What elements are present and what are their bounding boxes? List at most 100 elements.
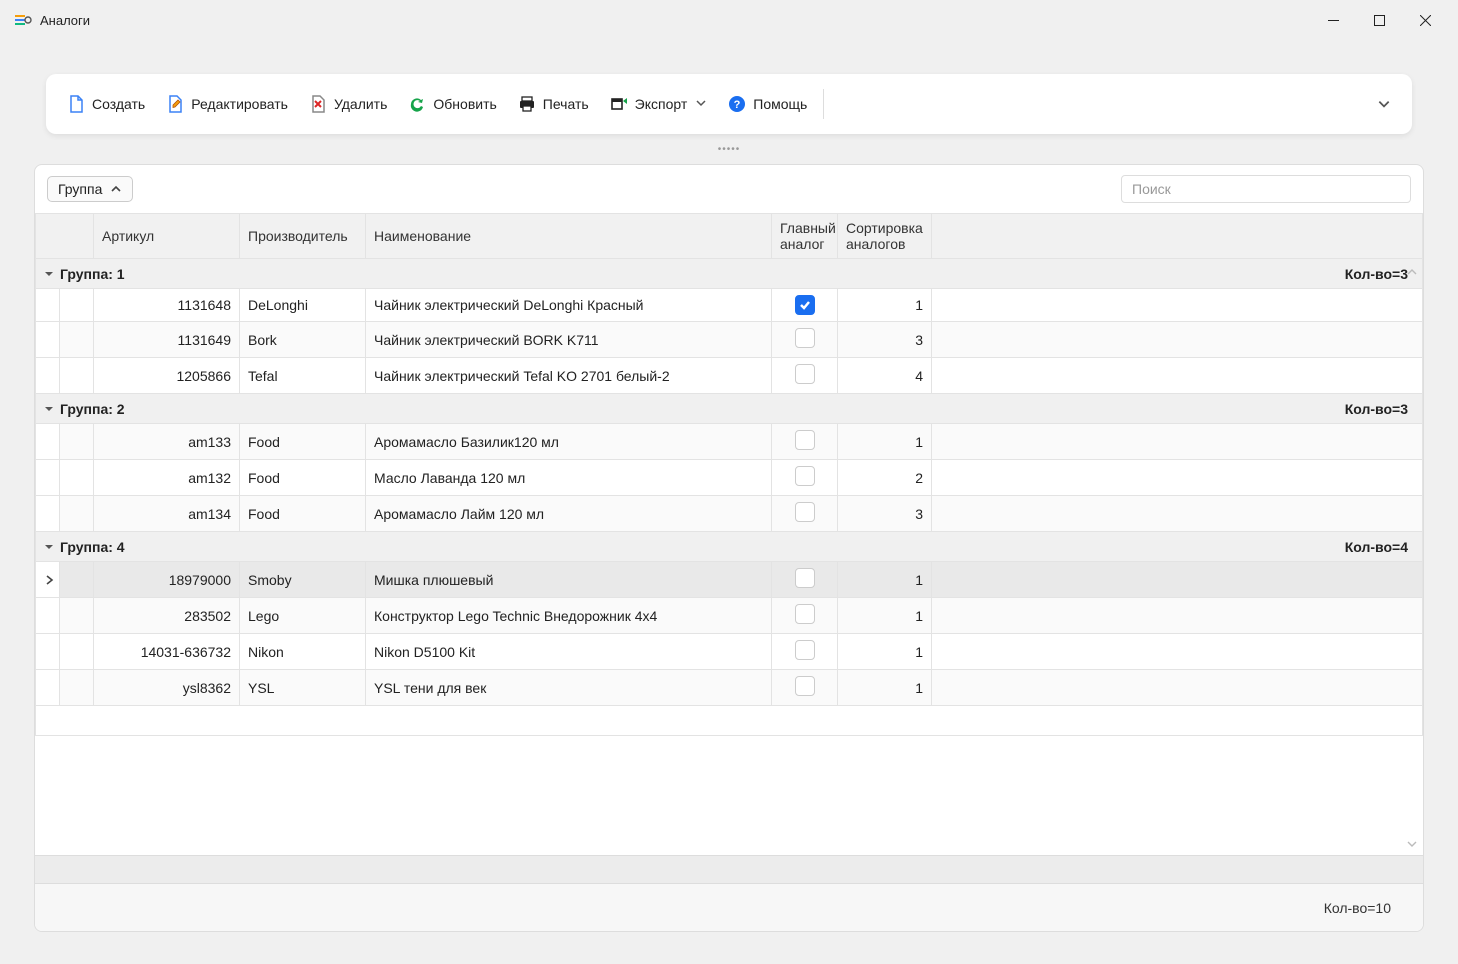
header-empty (932, 214, 1423, 259)
export-button[interactable]: Экспорт (599, 86, 718, 122)
cell-manufacturer: Smoby (240, 562, 366, 598)
panel-splitter[interactable]: ••••• (22, 134, 1436, 164)
cell-sort: 1 (838, 289, 932, 322)
new-doc-icon (66, 94, 86, 114)
header-sort[interactable]: Сортировка аналогов (838, 214, 932, 259)
main-analog-checkbox[interactable] (795, 430, 815, 450)
edit-doc-icon (165, 94, 185, 114)
toolbar-separator (823, 89, 824, 119)
table-row[interactable]: am133FoodАромамасло Базилик120 мл1 (36, 424, 1423, 460)
table-row[interactable]: 1205866TefalЧайник электрический Tefal K… (36, 358, 1423, 394)
header-article[interactable]: Артикул (94, 214, 240, 259)
row-indicator (36, 598, 60, 634)
window-minimize-button[interactable] (1310, 4, 1356, 36)
cell-article: am134 (94, 496, 240, 532)
cell-sort: 3 (838, 496, 932, 532)
header-manufacturer[interactable]: Производитель (240, 214, 366, 259)
row-indent (60, 460, 94, 496)
main-analog-checkbox[interactable] (795, 466, 815, 486)
cell-empty (932, 496, 1423, 532)
main-analog-checkbox[interactable] (795, 295, 815, 315)
scroll-up-icon (1405, 265, 1419, 279)
grid-spacer (36, 706, 1423, 736)
current-row-arrow-icon (44, 572, 54, 588)
header-name[interactable]: Наименование (366, 214, 772, 259)
print-button[interactable]: Печать (507, 86, 599, 122)
cell-main-analog (772, 562, 838, 598)
table-row[interactable]: 283502LegoКонструктор Lego Technic Внедо… (36, 598, 1423, 634)
main-analog-checkbox[interactable] (795, 328, 815, 348)
main-analog-checkbox[interactable] (795, 676, 815, 696)
row-indent (60, 598, 94, 634)
create-button[interactable]: Создать (56, 86, 155, 122)
window-close-button[interactable] (1402, 4, 1448, 36)
group-header-row[interactable]: Группа: 2Кол-во=3 (36, 394, 1423, 424)
app-icon (14, 11, 32, 29)
cell-sort: 3 (838, 322, 932, 358)
total-count-label: Кол-во=10 (1324, 900, 1391, 916)
edit-button[interactable]: Редактировать (155, 86, 298, 122)
table-row[interactable]: am134FoodАромамасло Лайм 120 мл3 (36, 496, 1423, 532)
group-chip[interactable]: Группа (47, 176, 133, 202)
row-indent (60, 562, 94, 598)
header-indent (60, 214, 94, 259)
main-analog-checkbox[interactable] (795, 568, 815, 588)
grid-scroll[interactable]: Артикул Производитель Наименование Главн… (35, 213, 1423, 855)
main-analog-checkbox[interactable] (795, 364, 815, 384)
refresh-button[interactable]: Обновить (397, 86, 506, 122)
cell-name: Аромамасло Лайм 120 мл (366, 496, 772, 532)
edit-label: Редактировать (191, 96, 288, 112)
table-row[interactable]: 14031-636732NikonNikon D5100 Kit1 (36, 634, 1423, 670)
cell-sort: 1 (838, 634, 932, 670)
toolbar-overflow-button[interactable] (1370, 90, 1398, 118)
cell-sort: 1 (838, 598, 932, 634)
main-analog-checkbox[interactable] (795, 604, 815, 624)
cell-empty (932, 598, 1423, 634)
cell-empty (932, 358, 1423, 394)
group-count: Кол-во=4 (1345, 539, 1414, 555)
chevron-up-icon (110, 183, 122, 195)
cell-manufacturer: Bork (240, 322, 366, 358)
cell-name: Аромамасло Базилик120 мл (366, 424, 772, 460)
table-row[interactable]: ysl8362YSLYSL тени для век1 (36, 670, 1423, 706)
row-indicator (36, 322, 60, 358)
create-label: Создать (92, 96, 145, 112)
cell-article: am132 (94, 460, 240, 496)
delete-doc-icon (308, 94, 328, 114)
group-header-row[interactable]: Группа: 1Кол-во=3 (36, 259, 1423, 289)
cell-empty (932, 424, 1423, 460)
window-maximize-button[interactable] (1356, 4, 1402, 36)
main-analog-checkbox[interactable] (795, 502, 815, 522)
header-row: Артикул Производитель Наименование Главн… (36, 214, 1423, 259)
header-main-analog[interactable]: Главный аналог (772, 214, 838, 259)
refresh-label: Обновить (433, 96, 496, 112)
search-input[interactable] (1121, 175, 1411, 203)
cell-main-analog (772, 424, 838, 460)
cell-main-analog (772, 322, 838, 358)
cell-article: 1131649 (94, 322, 240, 358)
cell-manufacturer: Food (240, 424, 366, 460)
export-label: Экспорт (635, 96, 688, 112)
data-grid: Артикул Производитель Наименование Главн… (35, 213, 1423, 736)
row-indent (60, 289, 94, 322)
cell-manufacturer: Food (240, 460, 366, 496)
group-label: Группа: 4 (60, 539, 125, 555)
cell-article: 283502 (94, 598, 240, 634)
collapse-icon (44, 404, 54, 414)
group-header-row[interactable]: Группа: 4 Кол-во=4 (36, 532, 1423, 562)
cell-name: Чайник электрический DeLonghi Красный (366, 289, 772, 322)
table-row[interactable]: am132FoodМасло Лаванда 120 мл2 (36, 460, 1423, 496)
cell-sort: 4 (838, 358, 932, 394)
cell-main-analog (772, 634, 838, 670)
cell-manufacturer: Lego (240, 598, 366, 634)
table-row[interactable]: 1131649BorkЧайник электрический BORK K71… (36, 322, 1423, 358)
cell-empty (932, 670, 1423, 706)
help-button[interactable]: ? Помощь (717, 86, 817, 122)
table-row[interactable]: 1131648DeLonghiЧайник электрический DeLo… (36, 289, 1423, 322)
delete-button[interactable]: Удалить (298, 86, 397, 122)
cell-name: Nikon D5100 Kit (366, 634, 772, 670)
cell-sort: 1 (838, 670, 932, 706)
export-icon (609, 94, 629, 114)
table-row[interactable]: 18979000SmobyМишка плюшевый1 (36, 562, 1423, 598)
main-analog-checkbox[interactable] (795, 640, 815, 660)
